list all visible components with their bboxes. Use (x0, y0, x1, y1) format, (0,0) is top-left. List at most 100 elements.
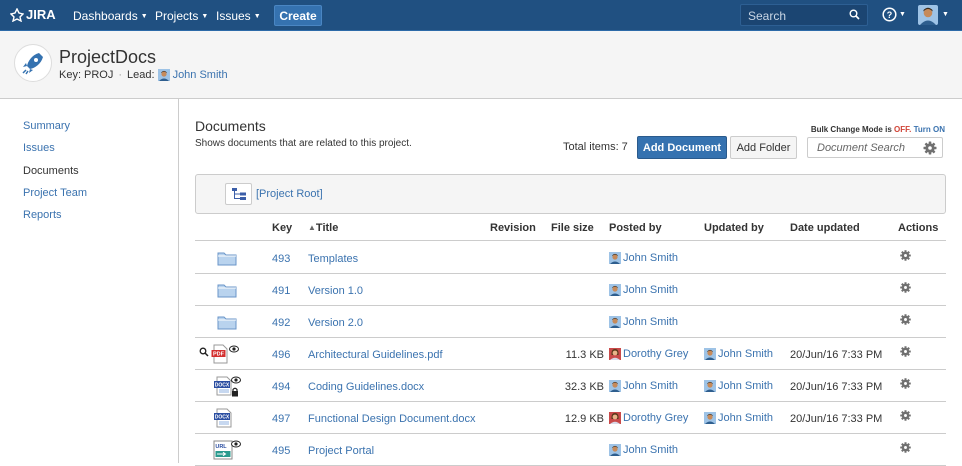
gear-icon[interactable] (922, 140, 938, 156)
document-key-link[interactable]: 493 (272, 253, 290, 265)
svg-text:PDF: PDF (213, 352, 225, 358)
table-row: DOCX 494 Coding Guidelines.docx 32.3 KB John… (195, 370, 946, 402)
pdf-file-icon: PDF (211, 344, 228, 364)
file-type-icons: DOCX (199, 408, 259, 428)
create-button[interactable]: Create (274, 5, 322, 26)
posted-by-link[interactable]: John Smith (623, 380, 678, 392)
chevron-down-icon: ▼ (899, 11, 906, 18)
column-header-posted-by[interactable]: Posted by (609, 222, 662, 234)
row-actions[interactable] (899, 313, 912, 329)
row-actions[interactable] (899, 409, 912, 425)
document-title-link[interactable]: Architectural Guidelines.pdf (308, 349, 443, 361)
gear-icon[interactable] (899, 345, 912, 358)
sort-ascending-icon: ▲ (308, 223, 316, 232)
dashboards-menu[interactable]: Dashboards ▼ (73, 9, 148, 23)
preview-magnify-icon[interactable] (199, 347, 209, 357)
document-title-link[interactable]: Coding Guidelines.docx (308, 381, 424, 393)
avatar (609, 316, 621, 328)
column-header-updated-by[interactable]: Updated by (704, 222, 764, 234)
chevron-down-icon: ▼ (201, 13, 209, 20)
sidebar-item-issues[interactable]: Issues (23, 142, 55, 154)
posted-by-user: John Smith (609, 252, 678, 264)
projects-menu[interactable]: Projects ▼ (155, 9, 208, 23)
document-key-link[interactable]: 497 (272, 413, 290, 425)
document-title-link[interactable]: Version 1.0 (308, 285, 363, 297)
sidebar-item-reports[interactable]: Reports (23, 209, 62, 221)
document-key-link[interactable]: 494 (272, 381, 290, 393)
project-lead-link[interactable]: John Smith (173, 69, 228, 81)
document-key-link[interactable]: 496 (272, 349, 290, 361)
help-menu[interactable]: ? ▼ (882, 7, 906, 22)
posted-by-link[interactable]: Dorothy Grey (623, 348, 688, 360)
folder-icon (217, 284, 237, 298)
gear-icon[interactable] (899, 441, 912, 454)
gear-icon[interactable] (899, 409, 912, 422)
user-avatar-icon[interactable] (918, 5, 938, 25)
search-input[interactable]: Search (740, 4, 868, 26)
bulk-change-toggle-link[interactable]: Turn ON (914, 125, 945, 134)
row-actions[interactable] (899, 281, 912, 297)
sidebar-item-summary[interactable]: Summary (23, 120, 70, 132)
document-title-link[interactable]: Project Portal (308, 445, 374, 457)
top-navigation-bar: JIRA Dashboards ▼ Projects ▼ Issues ▼ Creat… (0, 0, 962, 31)
document-title-link[interactable]: Functional Design Document.docx (308, 413, 476, 425)
posted-by-link[interactable]: John Smith (623, 444, 678, 456)
project-avatar[interactable] (14, 44, 52, 82)
issues-menu[interactable]: Issues ▼ (216, 9, 261, 23)
row-actions[interactable] (899, 249, 912, 265)
posted-by-link[interactable]: John Smith (623, 252, 678, 264)
file-type-icons (199, 248, 259, 268)
jira-logo-text: JIRA (26, 7, 56, 22)
avatar (609, 412, 621, 424)
rocket-icon (22, 53, 43, 75)
posted-by-user: John Smith (609, 380, 678, 392)
document-key-link[interactable]: 492 (272, 317, 290, 329)
column-header-file-size[interactable]: File size (551, 222, 594, 234)
sidebar-item-project-team[interactable]: Project Team (23, 187, 87, 199)
docx-file-icon: DOCX (214, 408, 232, 428)
chevron-down-icon[interactable]: ▼ (942, 11, 949, 18)
column-header-revision[interactable]: Revision (490, 222, 536, 234)
avatar (609, 444, 621, 456)
column-header-title[interactable]: ▲Title (308, 222, 338, 234)
updated-by-link[interactable]: John Smith (718, 412, 773, 424)
folder-tree-button[interactable] (225, 183, 252, 205)
document-search-input[interactable]: Document Search (807, 137, 943, 158)
updated-by-link[interactable]: John Smith (718, 380, 773, 392)
posted-by-link[interactable]: John Smith (623, 316, 678, 328)
gear-icon[interactable] (899, 249, 912, 262)
posted-by-link[interactable]: Dorothy Grey (623, 412, 688, 424)
document-title-link[interactable]: Version 2.0 (308, 317, 363, 329)
project-root-link[interactable]: [Project Root] (256, 188, 323, 200)
file-type-icons (199, 312, 259, 332)
sidebar-item-documents[interactable]: Documents (23, 165, 79, 177)
gear-icon[interactable] (899, 313, 912, 326)
eye-icon[interactable] (231, 376, 241, 384)
project-name: ProjectDocs (59, 47, 157, 67)
eye-icon[interactable] (231, 440, 241, 448)
docx-file-icon: DOCX (214, 376, 232, 396)
jira-logo[interactable]: JIRA (10, 7, 56, 22)
posted-by-link[interactable]: John Smith (623, 284, 678, 296)
document-title-link[interactable]: Templates (308, 253, 358, 265)
svg-text:DOCX: DOCX (215, 415, 230, 421)
row-actions[interactable] (899, 377, 912, 393)
row-actions[interactable] (899, 345, 912, 361)
page-subtitle: Shows documents that are related to this… (195, 138, 412, 149)
gear-icon[interactable] (899, 281, 912, 294)
add-document-button[interactable]: Add Document (637, 136, 727, 159)
document-key-link[interactable]: 495 (272, 445, 290, 457)
total-items: Total items: 7 (563, 141, 628, 153)
row-actions[interactable] (899, 441, 912, 457)
column-header-key[interactable]: Key (272, 222, 292, 234)
updated-by-link[interactable]: John Smith (718, 348, 773, 360)
table-row: 493 Templates John Smith (195, 242, 946, 274)
gear-icon[interactable] (899, 377, 912, 390)
document-key-link[interactable]: 491 (272, 285, 290, 297)
add-folder-button[interactable]: Add Folder (730, 136, 797, 159)
column-header-date-updated[interactable]: Date updated (790, 222, 860, 234)
eye-icon[interactable] (229, 345, 239, 353)
bulk-change-state: OFF. (894, 125, 912, 134)
chevron-down-icon: ▼ (140, 13, 148, 20)
document-file-size: 12.9 KB (564, 413, 604, 425)
